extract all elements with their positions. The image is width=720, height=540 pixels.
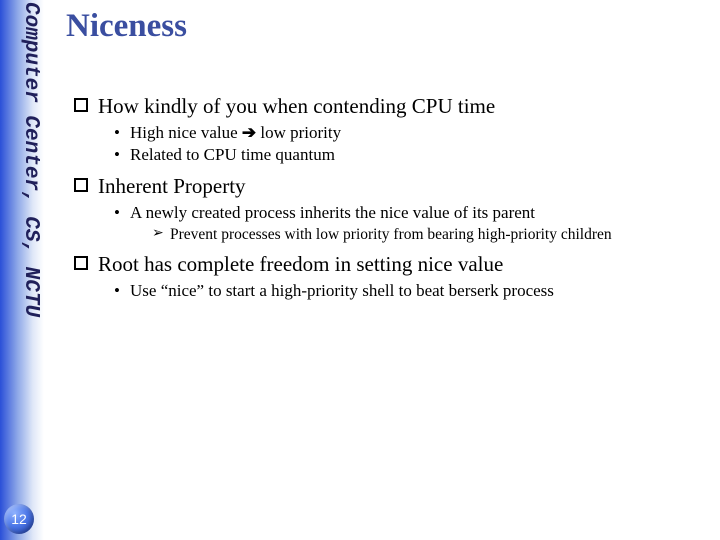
sidebar-org-wrap: Computer Center, CS, NCTU (2, 2, 42, 342)
bullet-list: How kindly of you when contending CPU ti… (66, 93, 706, 303)
subsub-item: Prevent processes with low priority from… (152, 225, 706, 245)
sub-item: Use “nice” to start a high-priority shel… (112, 280, 706, 302)
sub-text-pre: High nice value (130, 123, 242, 142)
sub-item: High nice value ➔ low priority (112, 122, 706, 144)
bullet-text: Inherent Property (98, 174, 246, 198)
sub-item: A newly created process inherits the nic… (112, 202, 706, 246)
sub-text-post: low priority (256, 123, 341, 142)
sub-text: Use “nice” to start a high-priority shel… (130, 281, 554, 300)
sub-list: A newly created process inherits the nic… (98, 202, 706, 246)
arrow-icon: ➔ (242, 123, 256, 142)
subsub-list: Prevent processes with low priority from… (130, 225, 706, 245)
sub-item: Related to CPU time quantum (112, 144, 706, 166)
slide-title: Niceness (66, 8, 706, 45)
subsub-text: Prevent processes with low priority from… (170, 226, 612, 243)
bullet-text: Root has complete freedom in setting nic… (98, 252, 503, 276)
sub-list: Use “nice” to start a high-priority shel… (98, 280, 706, 302)
slide-content: Niceness How kindly of you when contendi… (66, 8, 706, 309)
bullet-item: Root has complete freedom in setting nic… (72, 251, 706, 302)
sidebar-org: Computer Center, CS, NCTU (19, 2, 42, 342)
bullet-item: How kindly of you when contending CPU ti… (72, 93, 706, 167)
sub-text: Related to CPU time quantum (130, 145, 335, 164)
sub-list: High nice value ➔ low priority Related t… (98, 122, 706, 167)
sub-text: A newly created process inherits the nic… (130, 203, 535, 222)
bullet-item: Inherent Property A newly created proces… (72, 173, 706, 245)
bullet-text: How kindly of you when contending CPU ti… (98, 94, 495, 118)
page-number-badge: 12 (4, 504, 34, 534)
sidebar-gradient: Computer Center, CS, NCTU (0, 0, 44, 540)
